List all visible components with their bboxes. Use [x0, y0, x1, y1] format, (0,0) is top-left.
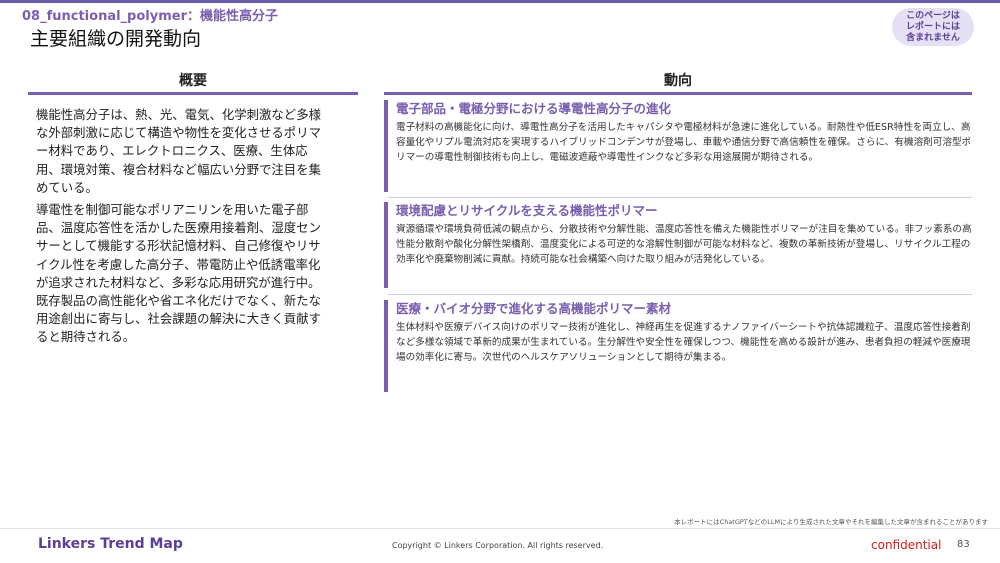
trend-item: 電子部品・電極分野における導電性高分子の進化 電子材料の高機能化に向け、導電性高…	[384, 100, 972, 192]
trend-accent-bar	[384, 300, 388, 392]
trend-body: 資源循環や環境負荷低減の観点から、分散技術や分解性能、温度応答性を備えた機能性ポ…	[396, 224, 972, 265]
trend-body: 生体材料や医療デバイス向けのポリマー技術が進化し、神経再生を促進するナノファイバ…	[396, 322, 971, 363]
trend-title: 医療・バイオ分野で進化する高機能ポリマー素材	[396, 301, 672, 316]
overview-paragraph: 機能性高分子は、熱、光、電気、化学刺激など多様な外部刺激に応じて構造や物性を変化…	[36, 107, 321, 195]
brand-logo: Linkers Trend Map	[38, 536, 183, 552]
page-title: 主要組織の開発動向	[30, 28, 202, 50]
trend-item: 医療・バイオ分野で進化する高機能ポリマー素材 生体材料や医療デバイス向けのポリマ…	[384, 300, 972, 392]
trend-item: 環境配慮とリサイクルを支える機能性ポリマー 資源循環や環境負荷低減の観点から、分…	[384, 202, 972, 288]
badge-line: 含まれません	[906, 32, 960, 43]
category-label: 08_functional_polymer：機能性高分子	[22, 9, 278, 24]
trend-divider	[388, 294, 972, 295]
copyright-text: Copyright © Linkers Corporation. All rig…	[392, 541, 604, 550]
badge-line: レポートには	[905, 21, 960, 32]
trend-body: 電子材料の高機能化に向け、導電性高分子を活用したキャパシタや電極材料が急速に進化…	[396, 122, 972, 163]
not-included-badge: このページは レポートには 含まれません	[892, 8, 974, 46]
overview-paragraph: 導電性を制御可能なポリアニリンを用いた電子部品、温度応答性を活かした医療用接着剤…	[36, 202, 321, 345]
confidential-label: confidential	[871, 538, 942, 552]
footer-divider	[0, 528, 1000, 529]
trend-accent-bar	[384, 100, 388, 192]
top-accent-line	[0, 0, 1000, 3]
llm-disclaimer: 本レポートにはChatGPTなどのLLMにより生成された文章やそれを編集した文章…	[674, 518, 988, 526]
overview-heading: 概要	[28, 70, 358, 95]
overview-text: 機能性高分子は、熱、光、電気、化学刺激など多様な外部刺激に応じて構造や物性を変化…	[36, 106, 328, 351]
trend-accent-bar	[384, 202, 388, 288]
trend-title: 環境配慮とリサイクルを支える機能性ポリマー	[396, 203, 658, 218]
trend-title: 電子部品・電極分野における導電性高分子の進化	[396, 101, 672, 116]
badge-line: このページは	[906, 10, 960, 21]
page-number: 83	[957, 539, 970, 550]
trend-divider	[388, 197, 972, 198]
trend-heading: 動向	[384, 70, 972, 95]
